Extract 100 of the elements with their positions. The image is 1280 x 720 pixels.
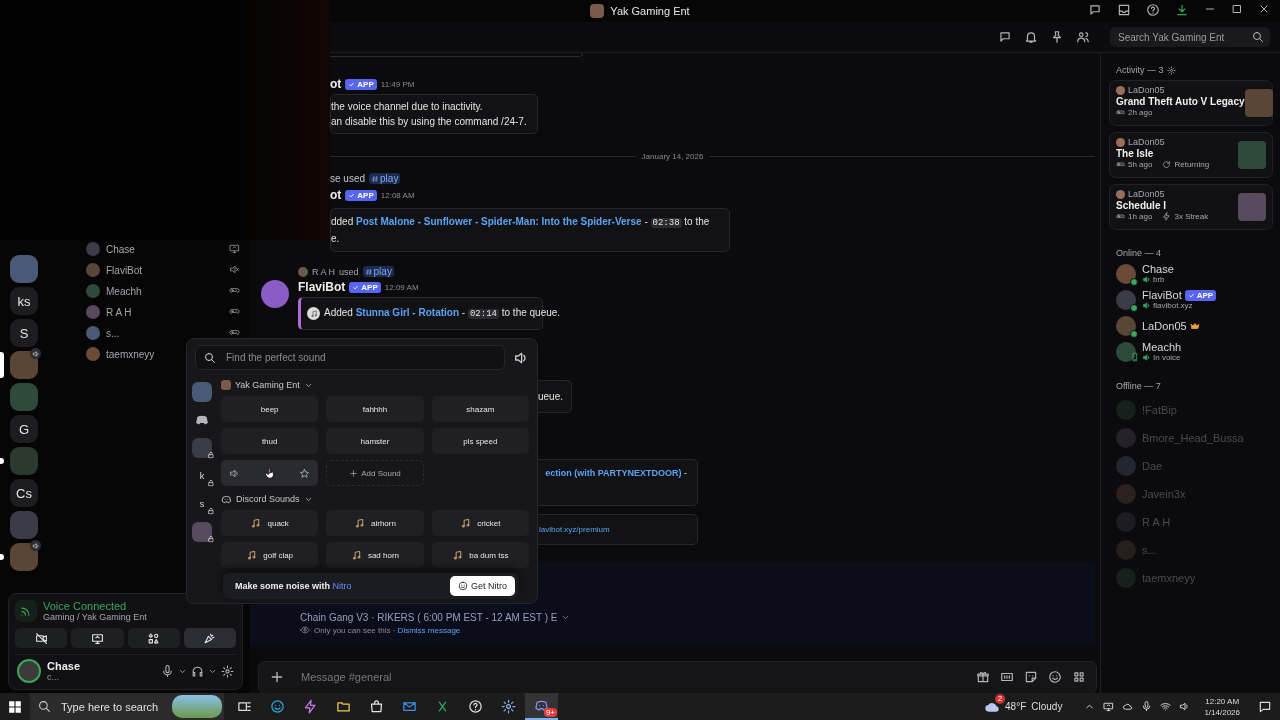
search-box[interactable]: Search Yak Gaming Ent bbox=[1110, 27, 1270, 47]
server-photo[interactable] bbox=[10, 351, 38, 379]
sound-button[interactable]: quack bbox=[221, 510, 319, 536]
voice-member-name[interactable]: Chase bbox=[106, 243, 223, 255]
sound-button[interactable]: golf clap bbox=[221, 542, 319, 568]
command-link[interactable]: play bbox=[369, 173, 401, 184]
sound-button[interactable]: airhorn bbox=[326, 510, 424, 536]
volume-icon bbox=[1179, 701, 1191, 712]
activity-card[interactable]: LaDon05 The Isle 5h ago Returning bbox=[1109, 132, 1273, 178]
activity-card[interactable]: LaDon05 Grand Theft Auto V Legacy 2h ago bbox=[1109, 80, 1273, 126]
sound-button[interactable]: fahhhh bbox=[326, 396, 424, 422]
voice-member-name[interactable]: R A H bbox=[106, 306, 223, 318]
song-link[interactable]: Post Malone - Sunflower - Spider-Man: Into the Spider-Verse bbox=[356, 216, 642, 227]
avatar bbox=[298, 266, 308, 277]
bell-icon bbox=[1024, 30, 1038, 44]
app-badge: APP bbox=[349, 281, 381, 293]
reply-user[interactable]: R A H bbox=[312, 266, 335, 277]
song-link[interactable]: ection (with PARTYNEXTDOOR) bbox=[545, 468, 682, 478]
activity-user: LaDon05 bbox=[1128, 189, 1165, 199]
member-name[interactable]: Chase bbox=[1142, 263, 1174, 275]
section-heading: Offline — 7 bbox=[1116, 381, 1161, 391]
member-name[interactable]: LaDon05 bbox=[1142, 319, 1187, 332]
sound-button[interactable]: hamster bbox=[326, 428, 424, 454]
command-link[interactable]: play bbox=[362, 266, 394, 277]
sound-button[interactable]: pls speed bbox=[431, 428, 529, 454]
member-status: brb bbox=[1153, 275, 1165, 284]
server-photo[interactable] bbox=[192, 438, 212, 458]
taskbar-app[interactable]: 9+ bbox=[525, 693, 558, 720]
clock-date[interactable]: 1/14/2026 bbox=[1204, 706, 1240, 718]
voice-channel-name[interactable]: Gaming / Yak Gaming Ent bbox=[43, 612, 147, 622]
server-photo[interactable] bbox=[192, 522, 212, 542]
author-name[interactable]: FlaviBot bbox=[298, 280, 346, 294]
sticker-icon bbox=[1024, 670, 1038, 685]
search-icon bbox=[1252, 31, 1264, 43]
phone-icon bbox=[1130, 351, 1140, 362]
get-nitro-button[interactable]: Get Nitro bbox=[450, 576, 515, 596]
activities-button[interactable] bbox=[127, 628, 180, 648]
crown-icon bbox=[1189, 320, 1200, 331]
screen-share-button[interactable] bbox=[71, 628, 124, 648]
game-controller-icon bbox=[1116, 108, 1125, 117]
add-sound-button[interactable]: Add Sound bbox=[326, 460, 424, 486]
voice-member-name[interactable]: s... bbox=[106, 327, 223, 339]
section-heading[interactable]: Yak Gaming Ent bbox=[235, 380, 300, 390]
screen-share-icon bbox=[90, 631, 104, 645]
sound-button[interactable] bbox=[221, 460, 319, 486]
temperature[interactable]: 48°F bbox=[1005, 701, 1027, 712]
avatar[interactable] bbox=[1116, 341, 1136, 362]
pin-icon bbox=[1050, 30, 1064, 44]
activity-card[interactable]: LaDon05 Schedule I 1h ago 3x Streak bbox=[1109, 184, 1273, 230]
server-photo[interactable] bbox=[10, 255, 38, 283]
server-photo[interactable] bbox=[192, 382, 212, 402]
settings-icon bbox=[1166, 65, 1176, 75]
sound-search-field[interactable]: Find the perfect sound bbox=[224, 351, 496, 364]
taskbar-search-box[interactable]: Type here to search bbox=[30, 693, 224, 720]
soundboard-button[interactable] bbox=[183, 628, 236, 648]
settings-icon bbox=[221, 664, 234, 678]
member-name[interactable]: Meachh bbox=[1142, 341, 1182, 353]
sound-button[interactable]: thud bbox=[221, 428, 319, 454]
microphone-icon bbox=[161, 664, 174, 678]
volume-icon bbox=[229, 467, 240, 479]
server-icon[interactable]: S bbox=[10, 319, 38, 347]
member-name[interactable]: FlaviBot bbox=[1142, 289, 1182, 301]
store-bag-icon bbox=[369, 699, 384, 714]
search-field[interactable]: Search Yak Gaming Ent bbox=[1116, 30, 1252, 44]
sound-button[interactable]: cricket bbox=[431, 510, 529, 536]
section-heading[interactable]: Discord Sounds bbox=[236, 494, 300, 504]
clock-time[interactable]: 12:20 AM bbox=[1205, 695, 1240, 707]
taskbar-search-field[interactable]: Type here to search bbox=[59, 699, 169, 714]
avatar[interactable] bbox=[1116, 289, 1136, 310]
camera-off-button[interactable] bbox=[15, 628, 68, 648]
avatar[interactable] bbox=[1116, 263, 1136, 284]
timestamp: 12:09 AM bbox=[384, 282, 419, 292]
dismiss-link[interactable]: Dismiss message bbox=[397, 625, 461, 635]
message-composer[interactable]: Message #general bbox=[258, 660, 1097, 694]
sound-button[interactable]: ba dum tss bbox=[431, 542, 529, 568]
voice-member-name[interactable]: FlaviBot bbox=[106, 264, 223, 276]
game-controller-icon bbox=[1116, 160, 1125, 169]
message-field[interactable]: Message #general bbox=[299, 670, 962, 685]
nitro-link[interactable]: Nitro bbox=[332, 581, 352, 591]
sound-emoji-icon bbox=[452, 549, 464, 561]
apps-icon bbox=[1072, 670, 1086, 685]
bot-avatar[interactable] bbox=[261, 280, 289, 308]
avatar[interactable] bbox=[17, 659, 41, 683]
server-photo[interactable] bbox=[10, 543, 38, 571]
sound-search-box[interactable]: Find the perfect sound bbox=[195, 345, 505, 370]
pointer-hand-icon bbox=[262, 466, 277, 480]
notification-badge: 9+ bbox=[543, 708, 557, 717]
weather-condition[interactable]: Cloudy bbox=[1031, 701, 1063, 712]
server-icon[interactable]: Cs bbox=[10, 479, 38, 507]
sound-button[interactable]: shazam bbox=[431, 396, 529, 422]
sound-button[interactable]: sad horn bbox=[326, 542, 424, 568]
server-icon[interactable]: ks bbox=[10, 287, 38, 315]
voice-member-name[interactable]: Meachh bbox=[106, 285, 223, 297]
avatar[interactable] bbox=[1116, 315, 1136, 336]
server-icon[interactable]: G bbox=[10, 415, 38, 443]
server-photo bbox=[590, 4, 605, 18]
date-divider: January 14, 2026 bbox=[641, 152, 704, 161]
sound-button[interactable]: beep bbox=[221, 396, 319, 422]
song-link[interactable]: Stunna Girl - Rotation bbox=[355, 307, 460, 318]
premium-link[interactable]: lavibot.xyz/premium bbox=[539, 525, 610, 534]
